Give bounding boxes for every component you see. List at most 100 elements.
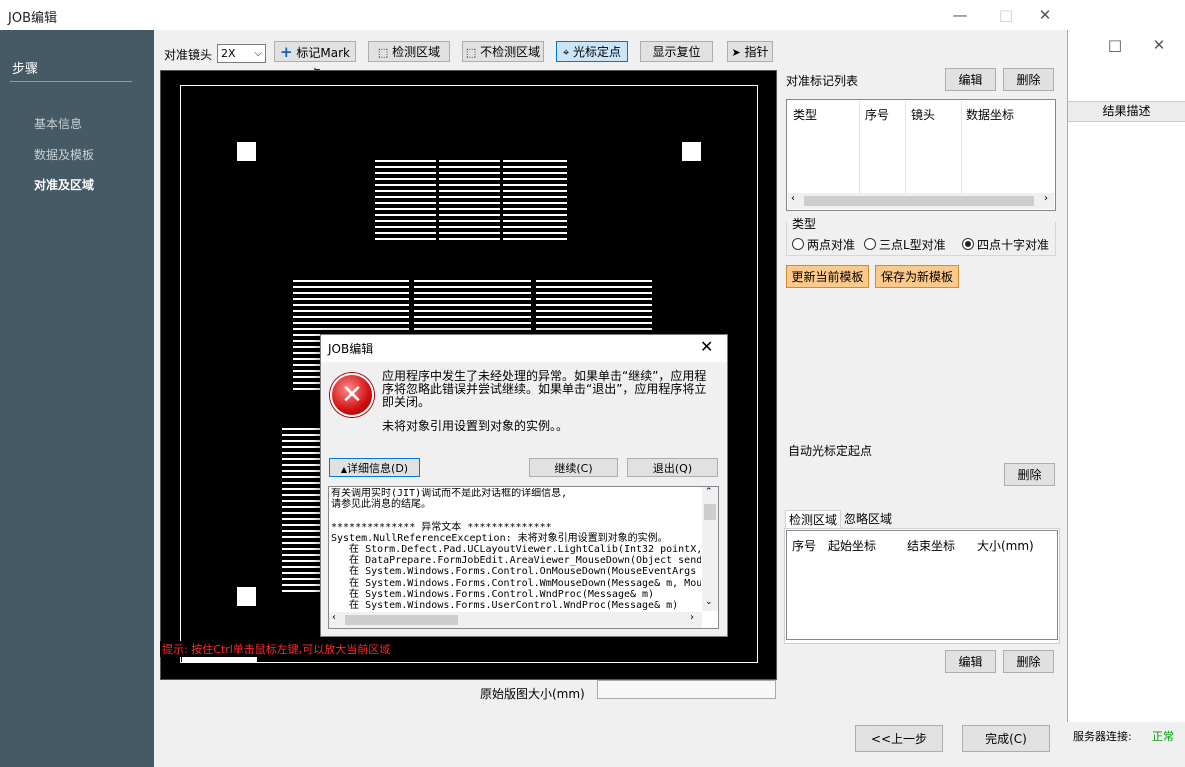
minimize-button[interactable]: — [937, 0, 983, 30]
details-button[interactable]: ▲详细信息(D) [329, 458, 420, 477]
update-template-button[interactable]: 更新当前模板 [786, 265, 869, 288]
col-header-lens: 镜头 [911, 108, 936, 122]
display-reset-button[interactable]: 显示复位 [640, 41, 713, 62]
mark-point-button[interactable]: + 标记Mark点 [274, 41, 356, 81]
close-button[interactable]: ✕ [1022, 0, 1068, 30]
col-header-start-coord: 起始坐标 [828, 539, 877, 553]
step-data-template[interactable]: 数据及模板 [34, 146, 94, 163]
scroll-right-icon: › [690, 612, 694, 623]
original-size-label: 原始版图大小(mm) [480, 687, 585, 701]
dialog-close-button[interactable]: ✕ [700, 337, 713, 356]
radio-four-point-label: 四点十字对准 [977, 238, 1050, 252]
lens-select[interactable]: 2X ⌵ [217, 44, 266, 63]
pointer-label: 指针 [744, 45, 769, 59]
align-marks-hscroll[interactable]: ‹ › [788, 193, 1054, 209]
radio-circle [864, 238, 876, 250]
col-header-data-coord: 数据坐标 [966, 108, 1015, 122]
col-separator [905, 101, 906, 195]
regions-table[interactable]: 序号 起始坐标 结束坐标 大小(mm) [786, 530, 1058, 640]
align-marks-table[interactable]: 类型 序号 镜头 数据坐标 ‹ › [786, 99, 1056, 211]
lens-select-value: 2X [221, 47, 236, 60]
regions-edit-button[interactable]: 编辑 [945, 650, 996, 673]
pointer-arrow-icon: ➤ [731, 46, 741, 59]
step-basic-info[interactable]: 基本信息 [34, 115, 82, 132]
dialog-message: 应用程序中发生了未经处理的异常。如果单击“继续”，应用程序将忽略此错误并尝试继续… [382, 369, 707, 409]
details-text: 有关调用实时(JIT)调试而不是此对话框的详细信息, 请参见此消息的结尾。 **… [331, 488, 701, 610]
server-status-label: 服务器连接: [1073, 730, 1132, 743]
col-header-index: 序号 [792, 539, 817, 553]
radio-two-point-label: 两点对准 [807, 238, 856, 252]
finish-button[interactable]: 完成(C) [962, 725, 1050, 752]
canvas-hint: 提示: 按住Ctrl单击鼠标左键,可以放大当前区域 [160, 641, 393, 657]
quit-button[interactable]: 退出(Q) [627, 458, 718, 477]
radio-circle-selected [962, 238, 974, 250]
dialog-title: JOB编辑 [328, 342, 374, 356]
steps-title: 步骤 [12, 62, 39, 77]
radio-three-point-label: 三点L型对准 [879, 238, 946, 252]
result-window-maximize-button[interactable]: □ [1092, 30, 1138, 60]
scroll-up-icon: ⌃ [705, 487, 713, 497]
tab-ignore-region[interactable]: 忽略区域 [841, 510, 895, 528]
detect-region-button[interactable]: ⬚ 检测区域 [368, 41, 450, 62]
test-pattern-lower-left [282, 428, 320, 593]
status-bar: 服务器连接: 正常 [1067, 722, 1185, 767]
regions-delete-button[interactable]: 删除 [1003, 650, 1054, 673]
scroll-left-icon: ‹ [332, 612, 336, 623]
step-align-region[interactable]: 对准及区域 [34, 176, 94, 193]
test-pattern-middle-right [536, 280, 652, 338]
save-new-template-button[interactable]: 保存为新模板 [875, 265, 959, 288]
scroll-thumb[interactable] [704, 504, 716, 520]
no-detect-region-button[interactable]: ⬚ 不检测区域 [462, 41, 544, 62]
radio-circle [792, 238, 804, 250]
align-marks-delete-button[interactable]: 删除 [1003, 68, 1054, 91]
radio-three-point-l[interactable]: 三点L型对准 [864, 236, 946, 253]
no-detect-region-label: 不检测区域 [480, 45, 541, 59]
auto-cursor-title: 自动光标定起点 [788, 444, 873, 458]
dialog-title-bar [321, 335, 727, 362]
result-window [1067, 30, 1185, 767]
alignment-mark-top-left [237, 142, 256, 161]
result-description-header: 结果描述 [1068, 101, 1185, 122]
scroll-thumb[interactable] [804, 196, 1034, 206]
cursor-position-button[interactable]: ⌖ 光标定点 [556, 41, 628, 62]
plus-icon: + [280, 43, 293, 61]
alignment-mark-bottom-left [237, 587, 256, 606]
chevron-down-icon: ⌵ [254, 48, 262, 59]
window-title: JOB编辑 [8, 11, 57, 26]
pattern-gap [436, 160, 439, 242]
auto-cursor-delete-button[interactable]: 删除 [1004, 463, 1055, 486]
test-pattern-middle [414, 280, 531, 338]
col-header-type: 类型 [793, 108, 818, 122]
lens-label: 对准镜头 [164, 48, 213, 62]
col-header-index: 序号 [865, 108, 890, 122]
scroll-down-icon: ⌄ [705, 597, 713, 607]
cursor-crosshair-icon: ⌖ [562, 46, 570, 59]
detect-region-label: 检测区域 [392, 45, 441, 59]
result-window-close-button[interactable]: ✕ [1136, 30, 1182, 60]
original-size-field[interactable] [597, 680, 776, 699]
details-hscroll[interactable]: ‹ › [329, 612, 702, 628]
alignment-mark-top-right [682, 142, 701, 161]
steps-divider [10, 81, 132, 82]
server-status-value: 正常 [1152, 730, 1174, 743]
dialog-exception-message: 未将对象引用设置到对象的实例。。 [382, 419, 569, 433]
error-icon: ✕ [330, 373, 374, 417]
cursor-position-label: 光标定点 [573, 45, 622, 59]
continue-button[interactable]: 继续(C) [529, 458, 618, 477]
col-header-size: 大小(mm) [977, 539, 1034, 553]
pointer-button[interactable]: ➤ 指针 [727, 41, 773, 62]
details-vscroll[interactable]: ⌃ ⌄ [702, 487, 718, 611]
col-separator [961, 101, 962, 195]
align-marks-title: 对准标记列表 [786, 74, 859, 88]
scroll-thumb[interactable] [345, 615, 458, 625]
radio-two-point[interactable]: 两点对准 [792, 236, 855, 253]
align-marks-edit-button[interactable]: 编辑 [945, 68, 996, 91]
tab-detect-region[interactable]: 检测区域 [785, 510, 842, 529]
previous-step-button[interactable]: <<上一步 [855, 725, 943, 752]
steps-sidebar [0, 30, 154, 767]
col-separator [859, 101, 860, 195]
details-button-label: 详细信息(D) [347, 462, 409, 475]
test-pattern-top [375, 160, 567, 242]
radio-four-point-cross[interactable]: 四点十字对准 [962, 236, 1049, 253]
col-header-end-coord: 结束坐标 [907, 539, 956, 553]
